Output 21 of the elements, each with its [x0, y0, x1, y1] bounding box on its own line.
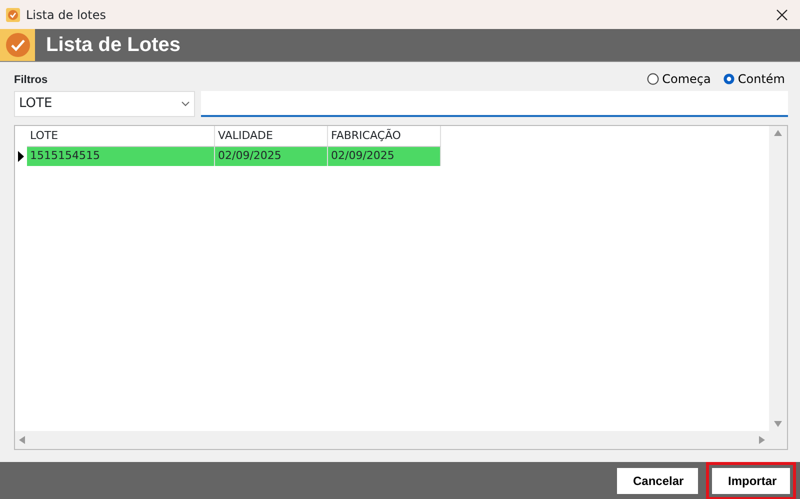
- search-field[interactable]: [201, 91, 788, 117]
- row-pointer-icon: [18, 150, 24, 162]
- dialog-title: Lista de Lotes: [46, 33, 180, 58]
- radio-option[interactable]: Começa: [647, 70, 711, 88]
- caret-icon: [181, 101, 190, 107]
- scroll-up-icon[interactable]: [774, 130, 782, 136]
- radio-option[interactable]: Contém: [722, 70, 785, 88]
- app-icon: [6, 8, 20, 22]
- window-title: Lista de lotes: [26, 6, 106, 24]
- scroll-right-icon[interactable]: [759, 436, 765, 444]
- table-cell: 02/09/2025: [328, 146, 441, 166]
- check-icon: [4, 32, 30, 58]
- dialog-button[interactable]: Importar: [712, 468, 790, 494]
- filter-dropdown[interactable]: LOTE: [14, 91, 195, 117]
- scroll-left-icon[interactable]: [19, 436, 25, 444]
- table-cell: 02/09/2025: [215, 146, 328, 166]
- table-cell: 1515154515: [27, 146, 215, 166]
- close-icon[interactable]: [776, 8, 788, 20]
- dialog-button[interactable]: Cancelar: [617, 468, 698, 494]
- filter-label: Filtros: [14, 72, 48, 88]
- scroll-down-icon[interactable]: [774, 421, 782, 427]
